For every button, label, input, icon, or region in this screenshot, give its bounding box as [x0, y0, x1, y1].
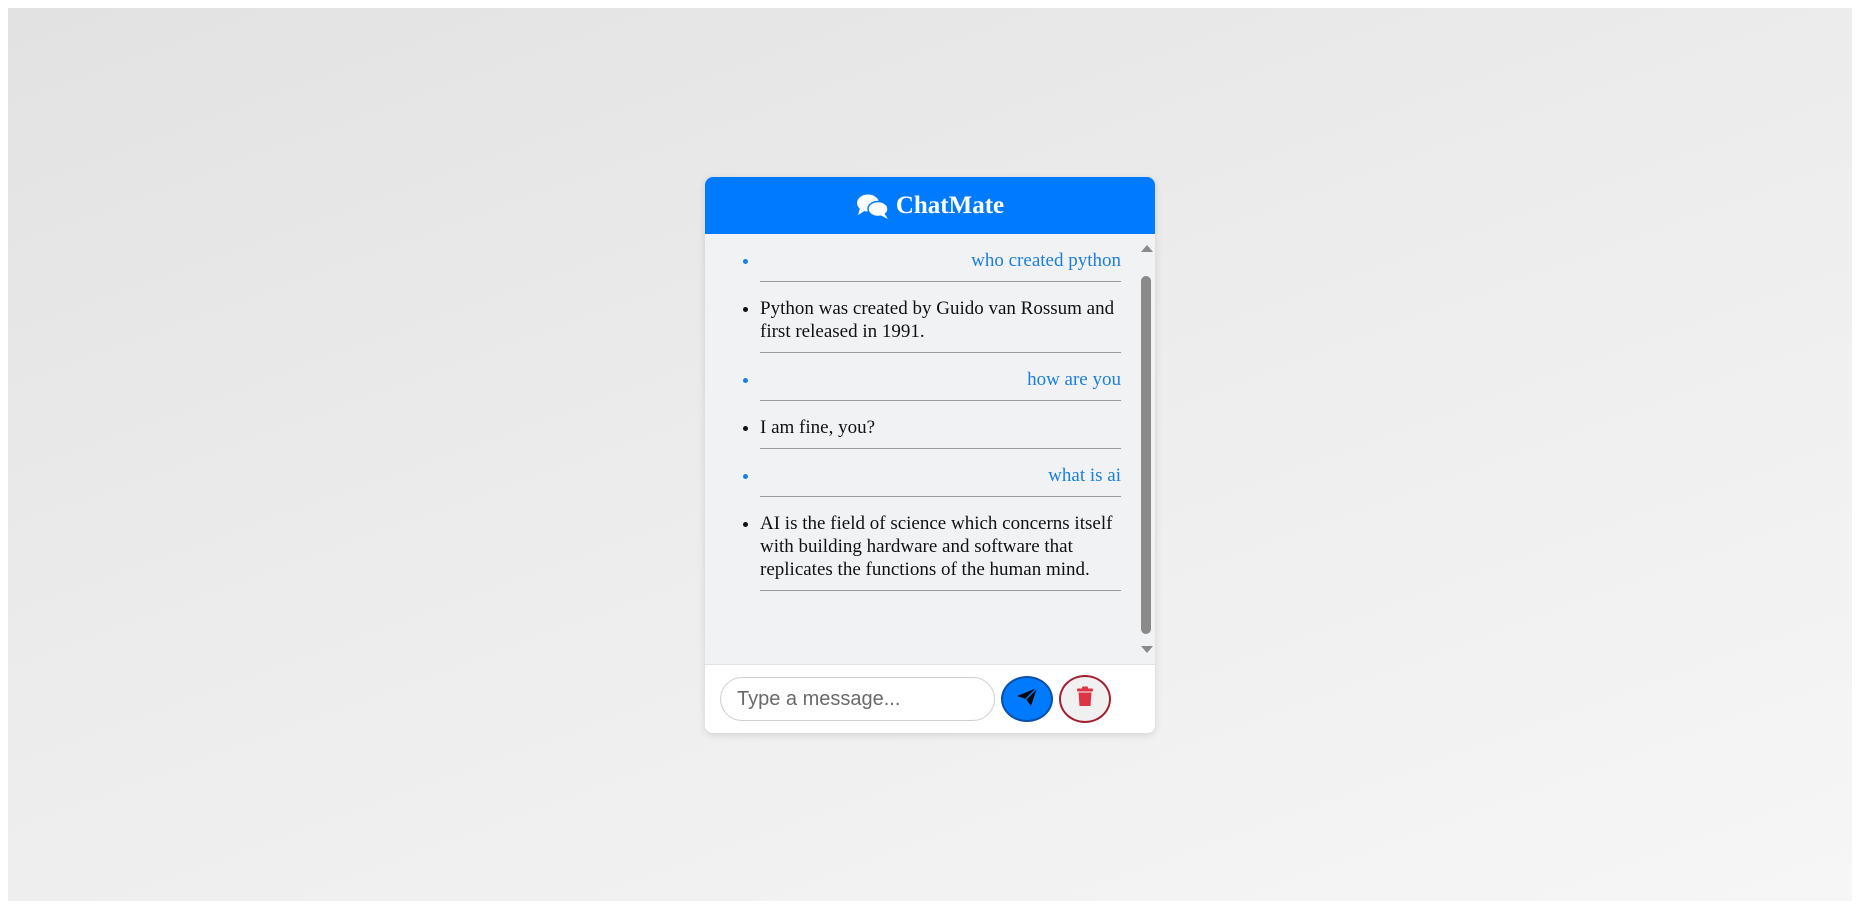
message-list: who created python Python was created by … [705, 234, 1155, 591]
bot-message: AI is the field of science which concern… [760, 510, 1121, 591]
scroll-up-arrow-icon[interactable] [1141, 245, 1153, 252]
app-title: ChatMate [895, 191, 1005, 219]
scrollbar-thumb[interactable] [1141, 276, 1151, 634]
chat-input-bar [705, 664, 1155, 733]
bot-message: Python was created by Guido van Rossum a… [760, 295, 1121, 353]
bot-message: I am fine, you? [760, 414, 1121, 449]
user-message: who created python [760, 247, 1121, 282]
message-input[interactable] [720, 677, 995, 721]
user-message: what is ai [760, 462, 1121, 497]
user-message: how are you [760, 366, 1121, 401]
scrollbar[interactable] [1138, 234, 1155, 664]
comments-icon [856, 192, 890, 220]
trash-icon [1076, 686, 1094, 712]
send-button[interactable] [1001, 676, 1053, 722]
clear-chat-button[interactable] [1059, 675, 1111, 723]
chat-messages-area[interactable]: who created python Python was created by … [705, 234, 1155, 664]
paper-plane-icon [1016, 686, 1038, 712]
chat-window: ChatMate who created python Python was cr… [705, 177, 1155, 733]
scroll-down-arrow-icon[interactable] [1141, 646, 1153, 653]
chat-header: ChatMate [705, 177, 1155, 234]
